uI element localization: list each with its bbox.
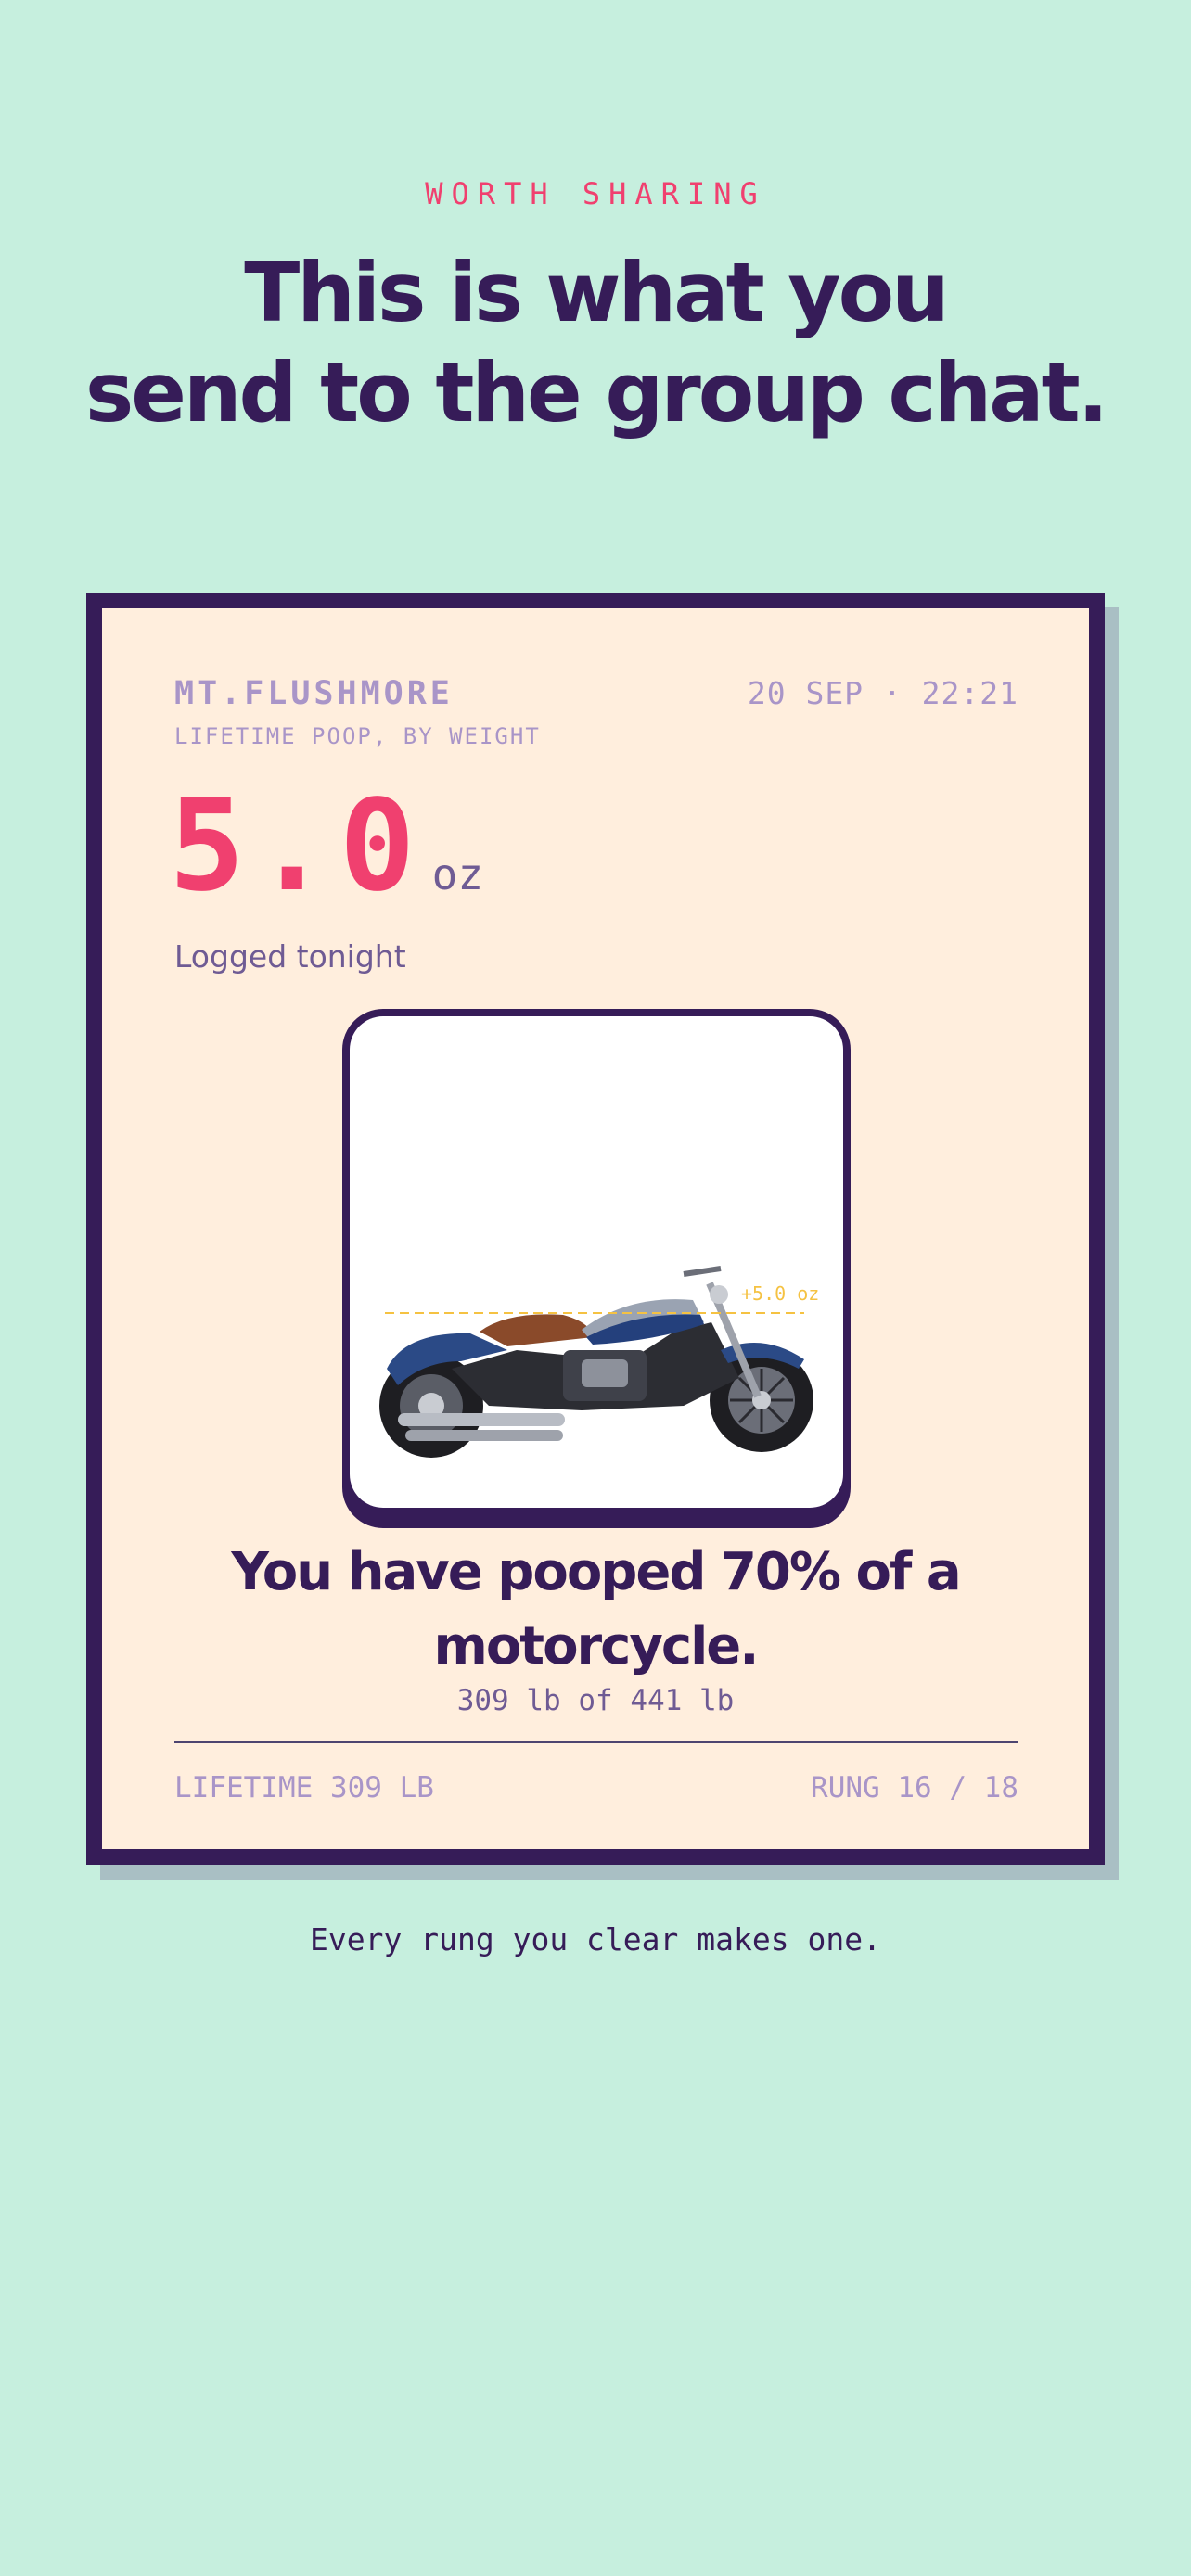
card-subtitle: LIFETIME POOP, BY WEIGHT [174,723,541,749]
amount-display: 5.0 oz [169,773,483,920]
achievement-line-2: motorcycle. [433,1616,759,1677]
comparison-image-frame: +5.0 oz [342,1009,851,1528]
progress-text: 309 lb of 441 lb [456,1684,735,1717]
card-footer: LIFETIME 309 LB RUNG 16 / 18 [174,1771,1018,1804]
eyebrow-label: WORTH SHARING [425,176,766,211]
timestamp: 20 SEP · 22:21 [747,675,1018,711]
tagline: Every rung you clear makes one. [310,1921,881,1958]
exhaust-pipe [398,1413,565,1426]
lifetime-total: LIFETIME 309 LB [174,1771,434,1804]
fill-level-label: +5.0 oz [741,1282,819,1305]
share-card[interactable]: MT.FLUSHMORE 20 SEP · 22:21 LIFETIME POO… [86,593,1105,1865]
achievement-line-1: You have pooped 70% of a [231,1542,961,1602]
card-header: MT.FLUSHMORE 20 SEP · 22:21 [174,675,1018,712]
logged-label: Logged tonight [174,938,406,975]
page-headline: This is what you send to the group chat. [0,243,1191,443]
amount-value: 5.0 [169,773,425,920]
rung-progress: RUNG 16 / 18 [811,1771,1018,1804]
brand-name: MT.FLUSHMORE [174,675,454,712]
card-divider [174,1741,1018,1743]
headline-line-1: This is what you [244,245,950,340]
achievement-text: You have pooped 70% of a motorcycle. [139,1536,1052,1684]
comparison-image: +5.0 oz [350,1016,843,1508]
amount-unit: oz [431,849,484,899]
motorcycle-illustration: +5.0 oz [379,1266,819,1458]
headline-line-2: send to the group chat. [84,345,1108,440]
handlebar [683,1266,722,1277]
seat [480,1314,593,1346]
